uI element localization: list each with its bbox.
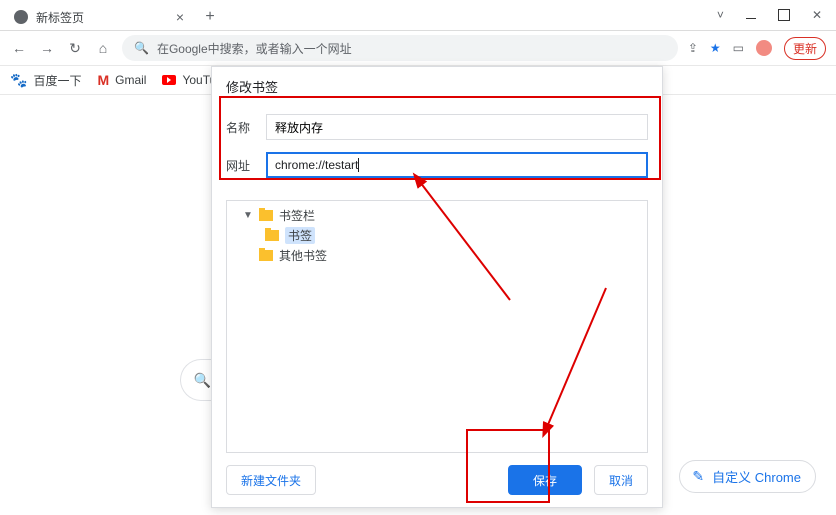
ntp-search-fragment[interactable]: 🔍 (180, 359, 215, 401)
window-caret-down-icon[interactable]: ˅ (717, 8, 724, 22)
bookmark-item-gmail[interactable]: M Gmail (97, 72, 146, 88)
back-icon[interactable]: ← (10, 40, 28, 56)
dialog-title: 修改书签 (212, 67, 662, 104)
toolbar-actions: ⇪ ★ ▭ 更新 (688, 37, 826, 60)
search-icon: 🔍 (194, 372, 211, 389)
dialog-fields: 名称 网址 chrome://testart (212, 104, 662, 200)
window-controls: ˅ ✕ (703, 0, 836, 30)
window-close-icon[interactable]: ✕ (812, 8, 822, 22)
share-icon[interactable]: ⇪ (688, 41, 698, 55)
youtube-icon (162, 75, 176, 85)
folder-icon (259, 250, 273, 261)
new-tab-button[interactable]: + (198, 5, 222, 29)
omnibox-placeholder: 在Google中搜索，或者输入一个网址 (157, 40, 352, 57)
update-button[interactable]: 更新 (784, 37, 826, 60)
browser-tab[interactable]: 新标签页 × (6, 5, 194, 29)
text-caret (358, 158, 359, 172)
tab-strip: 新标签页 × + (0, 0, 703, 30)
folder-icon (265, 230, 279, 241)
url-field-row: 网址 chrome://testart (226, 152, 648, 178)
customize-label: 自定义 Chrome (712, 467, 801, 486)
search-icon: 🔍 (134, 41, 149, 55)
edit-bookmark-dialog: 修改书签 名称 网址 chrome://testart ▼ 书签栏 书签 其他书… (211, 66, 663, 508)
home-icon[interactable]: ⌂ (94, 40, 112, 56)
tree-node-other-bookmarks[interactable]: 其他书签 (231, 245, 647, 265)
folder-icon (259, 210, 273, 221)
folder-tree[interactable]: ▼ 书签栏 书签 其他书签 (226, 200, 648, 453)
button-label: 新建文件夹 (241, 472, 301, 489)
save-button[interactable]: 保存 (508, 465, 582, 495)
bookmark-item-baidu[interactable]: 🐾 百度一下 (10, 72, 81, 89)
new-folder-button[interactable]: 新建文件夹 (226, 465, 316, 495)
tab-favicon (14, 10, 28, 24)
side-panel-icon[interactable]: ▭ (733, 41, 744, 55)
browser-toolbar: ← → ↻ ⌂ 🔍 在Google中搜索，或者输入一个网址 ⇪ ★ ▭ 更新 (0, 31, 836, 66)
window-titlebar: 新标签页 × + ˅ ✕ (0, 0, 836, 31)
button-label: 取消 (609, 472, 633, 489)
reload-icon[interactable]: ↻ (66, 40, 84, 57)
window-maximize-icon[interactable] (778, 9, 790, 21)
url-label: 网址 (226, 157, 254, 174)
dialog-button-row: 新建文件夹 保存 取消 (212, 453, 662, 507)
name-input[interactable] (266, 114, 648, 140)
cancel-button[interactable]: 取消 (594, 465, 648, 495)
bookmark-star-icon[interactable]: ★ (710, 41, 721, 55)
forward-icon[interactable]: → (38, 40, 56, 56)
window-minimize-icon[interactable] (746, 18, 756, 19)
gmail-icon: M (97, 72, 109, 88)
url-input[interactable]: chrome://testart (266, 152, 648, 178)
tree-node-bookmarks[interactable]: 书签 (231, 225, 647, 245)
close-tab-icon[interactable]: × (176, 10, 184, 24)
baidu-icon: 🐾 (10, 72, 27, 89)
customize-chrome-button[interactable]: ✎ 自定义 Chrome (679, 460, 816, 493)
pencil-icon: ✎ (692, 468, 704, 485)
tree-toggle-icon[interactable]: ▼ (243, 210, 253, 221)
bookmark-label: 百度一下 (33, 72, 81, 89)
omnibox[interactable]: 🔍 在Google中搜索，或者输入一个网址 (122, 35, 678, 61)
bookmark-label: Gmail (115, 73, 146, 87)
name-label: 名称 (226, 119, 254, 136)
url-value: chrome://testart (275, 158, 358, 172)
tab-title: 新标签页 (36, 9, 84, 26)
tree-label: 其他书签 (279, 247, 327, 264)
profile-avatar-icon[interactable] (756, 40, 772, 56)
button-label: 保存 (533, 472, 557, 489)
tree-node-bookmarks-bar[interactable]: ▼ 书签栏 (231, 205, 647, 225)
tree-label: 书签栏 (279, 207, 315, 224)
tree-label: 书签 (285, 227, 315, 244)
name-field-row: 名称 (226, 114, 648, 140)
